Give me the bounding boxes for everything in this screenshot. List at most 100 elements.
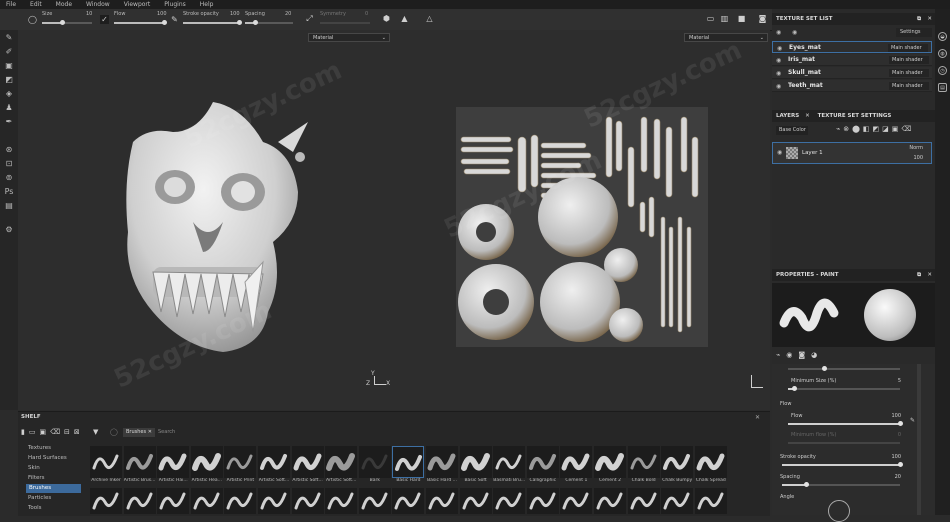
properties-tab-icons[interactable]: ⌁◉◙◕ xyxy=(776,351,823,359)
brush-icon[interactable]: ✓ xyxy=(100,15,109,24)
color-picker-icon[interactable]: ✒ xyxy=(4,117,14,127)
brush-thumbnail-row2[interactable] xyxy=(426,488,458,514)
screenshot-icon[interactable]: ◙ xyxy=(758,14,767,23)
menu-plugins[interactable]: Plugins xyxy=(164,1,186,8)
shelf-close-icon[interactable]: ✕ xyxy=(755,414,760,421)
geometry-icon[interactable]: ⊡ xyxy=(4,159,14,169)
eraser-tool-icon[interactable]: ✐ xyxy=(4,47,14,57)
size-slider[interactable] xyxy=(788,366,900,371)
layer-name[interactable]: Layer 1 xyxy=(802,150,823,156)
brush-thumbnail[interactable] xyxy=(190,446,223,478)
brush-thumbnail-row2[interactable] xyxy=(694,488,727,514)
brush-thumbnail[interactable] xyxy=(358,446,391,478)
flow-value[interactable]: 100 xyxy=(157,11,167,17)
brush-thumbnail-row2[interactable] xyxy=(157,488,190,514)
menu-viewport[interactable]: Viewport xyxy=(124,1,151,8)
brush-thumbnail-row2[interactable] xyxy=(90,488,122,514)
eye-icon[interactable]: ◉ xyxy=(776,57,781,64)
shader-select[interactable]: Main shader xyxy=(889,69,929,77)
texture-set-row[interactable]: ◉ Teeth_mat Main shader xyxy=(772,80,932,92)
brush-thumbnail[interactable] xyxy=(157,446,190,478)
stroke-opacity-slider[interactable] xyxy=(782,462,903,467)
stroke-opacity-value[interactable]: 100 xyxy=(891,454,901,460)
close-icon[interactable]: ✕ xyxy=(927,13,932,25)
close-icon[interactable]: ✕ xyxy=(805,113,810,119)
layout-icon[interactable]: ▥ xyxy=(720,14,729,23)
symmetry-slider[interactable] xyxy=(320,22,370,24)
min-flow-slider[interactable] xyxy=(788,442,900,444)
bake-icon[interactable]: ⊛ xyxy=(4,145,14,155)
shelf-category-filters[interactable]: Filters xyxy=(28,475,45,481)
eye-icon[interactable]: ◉ xyxy=(776,83,781,90)
paint-tool-icon[interactable]: ✎ xyxy=(4,33,14,43)
pen-pressure-icon[interactable]: ✎ xyxy=(910,417,915,424)
eye-icon[interactable]: ◉ xyxy=(777,149,782,156)
brush-thumbnail[interactable] xyxy=(560,446,593,478)
menu-mode[interactable]: Mode xyxy=(56,1,72,8)
brush-thumbnail[interactable] xyxy=(694,446,727,478)
shelf-category-particles[interactable]: Particles xyxy=(28,495,51,501)
close-icon[interactable]: ✕ xyxy=(148,429,152,435)
tab-texture-set-settings[interactable]: TEXTURE SET SETTINGS xyxy=(818,113,892,119)
brush-thumbnail-row2[interactable] xyxy=(661,488,694,514)
filter-tag-brushes[interactable]: Brushes ✕ xyxy=(123,428,155,437)
brush-thumbnail-row2[interactable] xyxy=(123,488,156,514)
stroke-opacity-slider[interactable] xyxy=(183,20,242,25)
spacing-value[interactable]: 20 xyxy=(895,474,901,480)
brush-thumbnail[interactable] xyxy=(90,446,122,478)
shelf-toolbar-icons[interactable]: ▮▭▣⌫⊟⊠ xyxy=(21,428,84,436)
channel-select[interactable]: Base Color xyxy=(776,126,808,135)
float-icon[interactable]: ⧉ xyxy=(917,269,921,281)
eye-icon[interactable]: ◉ xyxy=(776,70,781,77)
shelf-search-input[interactable]: Search xyxy=(158,428,278,437)
clone-tool-icon[interactable]: ♟ xyxy=(4,103,14,113)
symmetry-icon[interactable]: ⤢ xyxy=(305,14,314,23)
texture-set-row[interactable]: ◉ Eyes_mat Main shader xyxy=(772,41,932,53)
lazy-mouse-icon[interactable]: △ xyxy=(425,14,434,23)
spacing-slider[interactable] xyxy=(245,20,293,25)
brush-thumbnail[interactable] xyxy=(459,446,492,478)
brush-thumbnail[interactable] xyxy=(224,446,257,478)
brush-thumbnail-row2[interactable] xyxy=(594,488,626,514)
layer-row[interactable]: ◉ Layer 1 Norm 100 xyxy=(772,142,932,164)
visibility-icon[interactable]: ◉ xyxy=(776,29,781,36)
brush-thumbnail-row2[interactable] xyxy=(459,488,492,514)
flow-slider[interactable] xyxy=(114,20,167,25)
brush-thumbnail[interactable] xyxy=(392,446,425,478)
brush-thumbnail-row2[interactable] xyxy=(358,488,391,514)
min-size-slider[interactable] xyxy=(788,386,900,391)
texture-set-row[interactable]: ◉ Skull_mat Main shader xyxy=(772,67,932,79)
menu-edit[interactable]: Edit xyxy=(30,1,42,8)
brush-thumbnail[interactable] xyxy=(594,446,626,478)
shelf-category-tools[interactable]: Tools xyxy=(28,505,42,511)
symmetry-toggle-icon[interactable]: ⬢ xyxy=(382,14,391,23)
eye-icon[interactable]: ◉ xyxy=(777,45,782,52)
iray-icon[interactable]: ⊚ xyxy=(4,173,14,183)
size-slider[interactable] xyxy=(42,20,92,25)
angle-dial[interactable] xyxy=(828,500,850,522)
menu-window[interactable]: Window xyxy=(86,1,110,8)
brush-thumbnail-row2[interactable] xyxy=(224,488,257,514)
brush-thumbnail-row2[interactable] xyxy=(291,488,324,514)
brush-thumbnail[interactable] xyxy=(258,446,290,478)
settings-icon[interactable]: ⚙ xyxy=(4,225,14,235)
brush-thumbnail-row2[interactable] xyxy=(560,488,593,514)
flow-slider[interactable] xyxy=(788,421,903,426)
spacing-slider[interactable] xyxy=(782,482,900,487)
spacing-value[interactable]: 20 xyxy=(285,11,291,17)
shader-select[interactable]: Main shader xyxy=(889,82,929,90)
plugin-icon[interactable]: ▤ xyxy=(4,201,14,211)
stroke-opacity-value[interactable]: 100 xyxy=(230,11,240,17)
photoshop-icon[interactable]: Ps xyxy=(4,187,14,197)
material-select-3d[interactable]: Material ⌄ xyxy=(308,33,390,42)
brush-thumbnail-row2[interactable] xyxy=(526,488,559,514)
uv-texture-view-2d[interactable] xyxy=(456,107,708,347)
history-icon[interactable]: ◷ xyxy=(938,66,947,75)
smudge-tool-icon[interactable]: ◈ xyxy=(4,89,14,99)
brush-thumbnail-row2[interactable] xyxy=(627,488,660,514)
brush-thumbnail-row2[interactable] xyxy=(392,488,425,514)
brush-thumbnail[interactable] xyxy=(123,446,156,478)
shelf-category-skin[interactable]: Skin xyxy=(28,465,40,471)
min-flow-value[interactable]: 0 xyxy=(898,432,901,438)
float-icon[interactable]: ⧉ xyxy=(917,13,921,25)
